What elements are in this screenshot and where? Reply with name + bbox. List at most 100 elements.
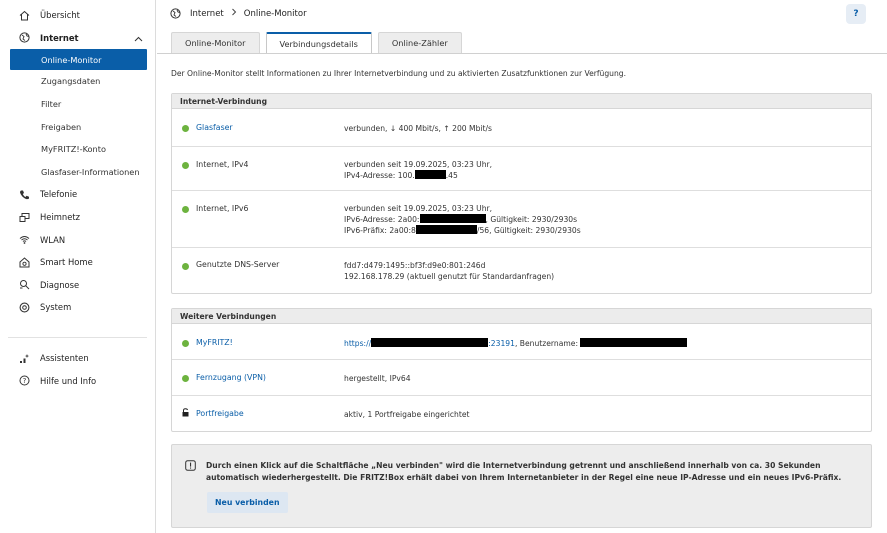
tab-online-monitor[interactable]: Online-Monitor	[171, 32, 260, 53]
sidebar-item-uebersicht[interactable]: Übersicht	[0, 4, 155, 27]
ipv6-prefix-start: IPv6-Präfix: 2a00:8	[344, 226, 416, 235]
sidebar-item-system[interactable]: System	[0, 296, 155, 319]
portfreigabe-link[interactable]: Portfreigabe	[196, 409, 244, 418]
network-icon	[19, 212, 30, 223]
connection-row-ipv6: Internet, IPv6 verbunden seit 19.09.2025…	[172, 191, 871, 248]
internet-connection-panel: Internet-Verbindung Glasfaser verbunden,…	[171, 93, 872, 294]
svg-text:?: ?	[23, 377, 27, 385]
ipv4-address-prefix: IPv4-Adresse: 100.	[344, 171, 415, 180]
sidebar-sub-filter[interactable]: Filter	[0, 93, 155, 116]
reconnect-note-text: Durch einen Klick auf die Schaltfläche „…	[206, 461, 842, 482]
help-button[interactable]: ?	[846, 4, 866, 24]
tab-online-zaehler[interactable]: Online-Zähler	[377, 32, 462, 53]
dns-value: fdd7:d479:1495::bf3f:d9e0:801:246d 192.1…	[344, 260, 554, 282]
vpn-value: hergestellt, IPv64	[344, 374, 411, 383]
sidebar-item-hilfe-und-info[interactable]: ? Hilfe und Info	[0, 369, 155, 392]
ipv6-label: Internet, IPv6	[196, 204, 249, 213]
chevron-right-icon	[231, 8, 237, 19]
myfritz-link[interactable]: MyFRITZ!	[196, 338, 233, 347]
tab-divider	[157, 53, 887, 54]
ipv6-address-prefix: IPv6-Adresse: 2a00:	[344, 215, 420, 224]
sidebar-item-label: WLAN	[40, 234, 66, 245]
sidebar-sub-myfritz-konto[interactable]: MyFRITZ!-Konto	[0, 138, 155, 161]
breadcrumb: Internet Online-Monitor	[170, 8, 307, 19]
sidebar: Übersicht Internet Online-Monitor Zugang…	[0, 0, 156, 533]
ipv6-address-suffix: , Gültigkeit: 2930/2930s	[485, 215, 578, 224]
alert-icon	[185, 460, 196, 471]
unlock-icon	[182, 408, 189, 417]
sidebar-item-label: Assistenten	[40, 353, 89, 364]
status-ok-icon	[182, 125, 189, 132]
status-ok-icon	[182, 340, 189, 347]
phone-icon	[19, 189, 30, 200]
redaction-bar	[414, 170, 446, 179]
connection-row-glasfaser: Glasfaser verbunden, ↓ 400 Mbit/s, ↑ 200…	[172, 109, 871, 147]
sidebar-item-label: Internet	[40, 32, 79, 43]
sidebar-sub-glasfaser-informationen[interactable]: Glasfaser-Informationen	[0, 161, 155, 184]
sidebar-item-internet[interactable]: Internet	[0, 27, 155, 50]
sidebar-sub-zugangsdaten[interactable]: Zugangsdaten	[0, 70, 155, 93]
ipv4-label: Internet, IPv4	[196, 160, 249, 169]
wifi-icon	[19, 234, 30, 245]
sidebar-item-telefonie[interactable]: Telefonie	[0, 183, 155, 206]
ipv6-value: verbunden seit 19.09.2025, 03:23 Uhr, IP…	[344, 203, 581, 236]
ipv6-connected-since: verbunden seit 19.09.2025, 03:23 Uhr,	[344, 204, 493, 213]
status-ok-icon	[182, 375, 189, 382]
ipv4-address-suffix: .45	[445, 171, 458, 180]
redaction-bar	[419, 214, 486, 223]
breadcrumb-current: Online-Monitor	[243, 8, 307, 19]
smarthome-icon	[19, 257, 30, 268]
myfritz-url[interactable]: https:// :23191	[344, 338, 515, 348]
myfritz-url-scheme: https://	[344, 339, 372, 348]
redaction-bar	[415, 225, 477, 234]
ipv6-prefix-line: IPv6-Präfix: 2a00:8/56, Gültigkeit: 2930…	[344, 225, 581, 236]
sidebar-item-label: Smart Home	[40, 257, 93, 268]
ipv4-connected-since: verbunden seit 19.09.2025, 03:23 Uhr,	[344, 160, 493, 169]
sidebar-item-label: Diagnose	[40, 279, 80, 290]
redaction-bar	[580, 338, 688, 347]
globe-icon	[19, 32, 30, 43]
main-content: Internet Online-Monitor ? Online-Monitor…	[157, 0, 887, 533]
assistant-icon	[19, 353, 30, 364]
sidebar-item-label: Telefonie	[40, 189, 78, 200]
myfritz-value: https://:23191, Benutzername:	[344, 338, 688, 349]
status-ok-icon	[182, 162, 189, 169]
glasfaser-link[interactable]: Glasfaser	[196, 123, 233, 132]
glasfaser-value: verbunden, ↓ 400 Mbit/s, ↑ 200 Mbit/s	[344, 124, 493, 133]
portfreigabe-value: aktiv, 1 Portfreigabe eingerichtet	[344, 410, 470, 419]
redaction-bar	[371, 338, 489, 347]
tab-verbindungsdetails[interactable]: Verbindungsdetails	[265, 32, 372, 54]
sidebar-item-assistenten[interactable]: Assistenten	[0, 347, 155, 370]
myfritz-url-port: :23191	[488, 339, 515, 348]
sidebar-sub-freigaben[interactable]: Freigaben	[0, 115, 155, 138]
tab-bar: Online-Monitor Verbindungsdetails Online…	[171, 32, 468, 54]
dns-ipv4-server: 192.168.178.29 (aktuell genutzt für Stan…	[344, 272, 555, 281]
sidebar-item-smart-home[interactable]: Smart Home	[0, 251, 155, 274]
sidebar-item-diagnose[interactable]: Diagnose	[0, 274, 155, 297]
connection-row-portfreigabe: Portfreigabe aktiv, 1 Portfreigabe einge…	[172, 396, 871, 432]
intro-text: Der Online-Monitor stellt Informationen …	[171, 69, 627, 78]
vpn-link[interactable]: Fernzugang (VPN)	[196, 373, 266, 382]
connection-row-ipv4: Internet, IPv4 verbunden seit 19.09.2025…	[172, 147, 871, 191]
connection-row-myfritz: MyFRITZ! https://:23191, Benutzername:	[172, 324, 871, 360]
sidebar-item-heimnetz[interactable]: Heimnetz	[0, 206, 155, 229]
ipv4-value: verbunden seit 19.09.2025, 03:23 Uhr, IP…	[344, 159, 492, 181]
ipv6-prefix-end: /56, Gültigkeit: 2930/2930s	[476, 226, 581, 235]
status-ok-icon	[182, 206, 189, 213]
further-connections-panel: Weitere Verbindungen MyFRITZ! https:// :2…	[171, 308, 872, 432]
sidebar-sub-online-monitor[interactable]: Online-Monitor	[10, 49, 147, 71]
ipv4-address-line: IPv4-Adresse: 100. .45	[344, 170, 492, 181]
sidebar-item-label: System	[40, 302, 72, 313]
connection-row-dns: Genutzte DNS-Server fdd7:d479:1495::bf3f…	[172, 248, 871, 293]
reconnect-button[interactable]: Neu verbinden	[207, 492, 288, 513]
breadcrumb-internet[interactable]: Internet	[190, 9, 224, 19]
sidebar-item-label: Übersicht	[40, 10, 80, 21]
dns-label: Genutzte DNS-Server	[196, 260, 280, 269]
panel-title: Weitere Verbindungen	[172, 309, 871, 324]
panel-title: Internet-Verbindung	[172, 94, 871, 109]
sidebar-divider	[8, 319, 147, 338]
sidebar-item-wlan[interactable]: WLAN	[0, 228, 155, 251]
status-ok-icon	[182, 263, 189, 270]
ipv6-address-line: IPv6-Adresse: 2a00: , Gültigkeit: 2930/29…	[344, 214, 581, 225]
reconnect-note: Durch einen Klick auf die Schaltfläche „…	[171, 444, 872, 528]
